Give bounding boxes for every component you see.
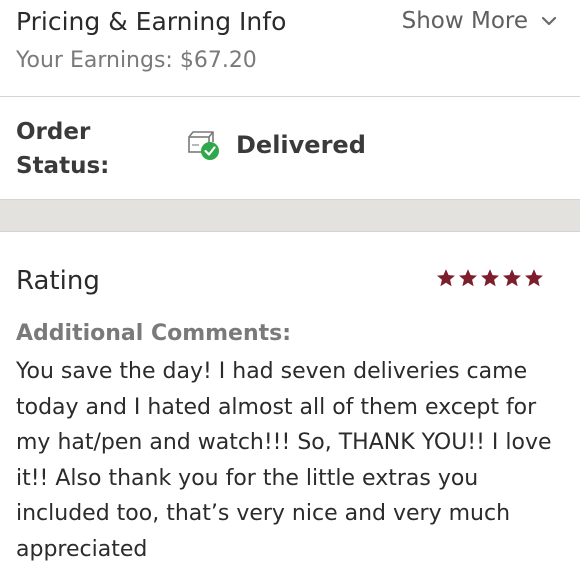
earnings-text: Your Earnings: $67.20 bbox=[16, 48, 257, 73]
order-status-label: Order Status: bbox=[16, 119, 110, 179]
comments-heading: Additional Comments: bbox=[16, 321, 292, 346]
show-more-label: Show More bbox=[401, 8, 528, 34]
rating-stars bbox=[436, 268, 544, 288]
star-icon bbox=[480, 268, 500, 288]
delivered-box-check-icon bbox=[186, 130, 222, 162]
section-divider bbox=[0, 199, 580, 232]
rating-section: Rating Additional Comments: You save the… bbox=[0, 232, 580, 580]
star-icon bbox=[436, 268, 456, 288]
rating-label: Rating bbox=[16, 266, 100, 296]
star-icon bbox=[524, 268, 544, 288]
order-status-value: Delivered bbox=[236, 131, 366, 159]
star-icon bbox=[502, 268, 522, 288]
chevron-down-icon bbox=[540, 12, 558, 30]
order-status-section: Order Status: Delivered bbox=[0, 97, 580, 199]
pricing-section: Pricing & Earning Info Show More Your Ea… bbox=[0, 0, 580, 97]
show-more-button[interactable]: Show More bbox=[402, 8, 558, 34]
comments-text: You save the day! I had seven deliveries… bbox=[16, 359, 552, 562]
pricing-title: Pricing & Earning Info bbox=[16, 7, 287, 36]
star-icon bbox=[458, 268, 478, 288]
